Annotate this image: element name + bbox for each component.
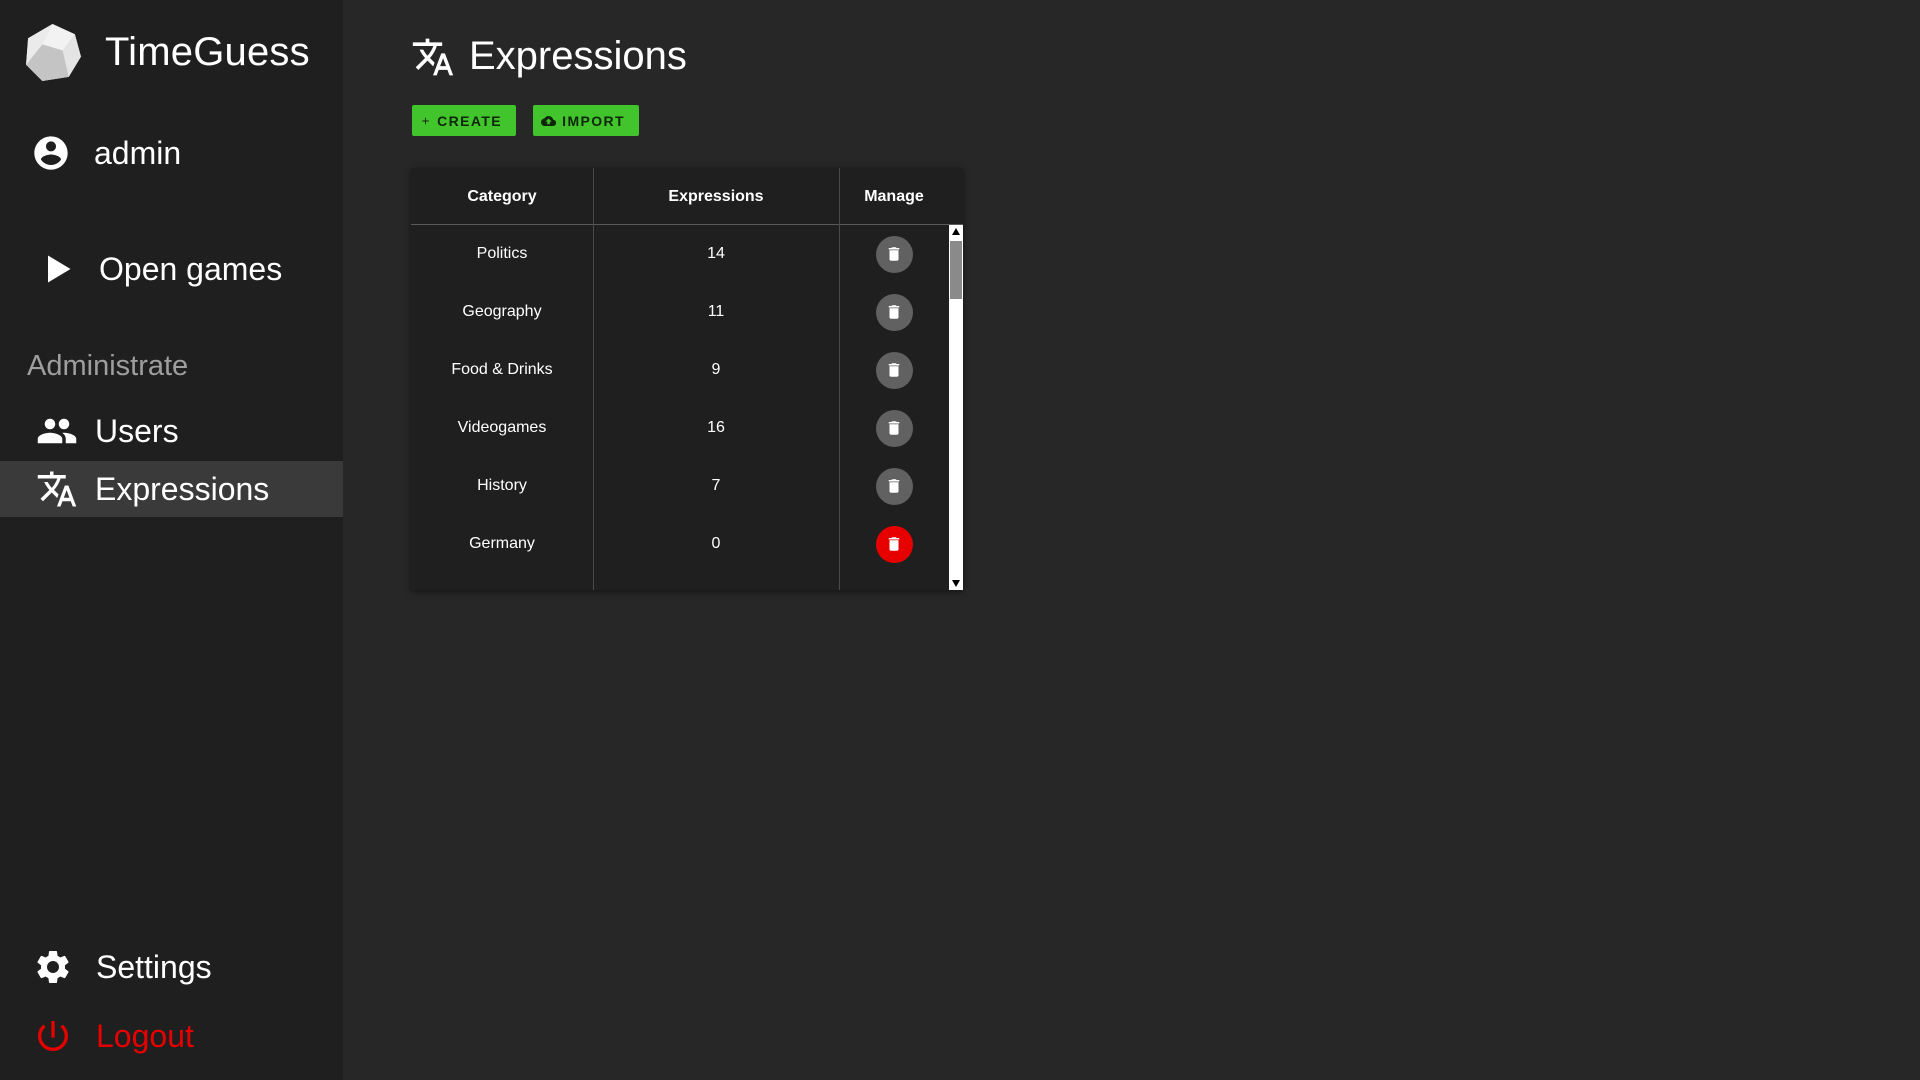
cell-expressions: 16: [707, 419, 725, 436]
gear-icon: [32, 946, 74, 988]
cell-expressions: 9: [711, 361, 721, 378]
import-button-label: IMPORT: [562, 112, 625, 129]
table-row[interactable]: Geography 11: [411, 283, 949, 341]
sidebar-item-settings[interactable]: Settings: [0, 939, 343, 995]
table-row[interactable]: Politics 14: [411, 225, 949, 283]
delete-button[interactable]: [875, 351, 913, 389]
table-row[interactable]: Food & Drinks 9: [411, 341, 949, 399]
section-header-administrate: Administrate: [27, 350, 189, 382]
scroll-up-arrow-icon[interactable]: [949, 225, 963, 239]
cell-manage: [839, 283, 949, 341]
column-header-category[interactable]: Category: [411, 168, 593, 225]
sidebar-item-user[interactable]: admin: [0, 125, 343, 181]
trash-icon: [888, 537, 900, 551]
brand[interactable]: TimeGuess: [22, 22, 310, 83]
cell-manage: [839, 457, 949, 515]
table-row[interactable]: Germany 0: [411, 515, 949, 573]
table-header: Category Expressions Manage: [411, 168, 963, 225]
delete-button[interactable]: [875, 467, 913, 505]
column-header-manage: Manage: [864, 187, 924, 205]
delete-button[interactable]: [875, 293, 913, 331]
main-content: Expressions CREATE IMPORT Category Expre…: [343, 0, 1920, 1080]
cell-category: Food & Drinks: [451, 361, 553, 378]
app-logo-icon: [26, 24, 81, 81]
sidebar-item-expressions[interactable]: Expressions: [0, 461, 343, 517]
sidebar-item-label: Users: [95, 412, 179, 449]
cell-category: Geography: [462, 303, 542, 320]
trash-icon: [888, 421, 900, 435]
scroll-down-arrow-icon[interactable]: [949, 576, 963, 590]
sidebar-item-label: Logout: [96, 1017, 194, 1054]
cell-manage: [839, 341, 949, 399]
cell-category: Germany: [469, 535, 535, 552]
translate-icon: [412, 38, 454, 75]
cell-manage: [839, 225, 949, 283]
expressions-table: Category Expressions Manage Politics 14 …: [411, 168, 963, 590]
translate-icon: [36, 468, 78, 510]
cell-manage: [839, 515, 949, 573]
table-body: Politics 14 Geography 11 Food & Drinks 9…: [411, 225, 949, 590]
sidebar-item-users[interactable]: Users: [0, 403, 343, 459]
delete-button[interactable]: [875, 235, 913, 273]
cell-category: History: [477, 477, 527, 494]
cell-expressions: 7: [711, 477, 721, 494]
sidebar-item-label: Expressions: [95, 470, 270, 507]
plus-icon: [422, 117, 429, 124]
table-scrollbar[interactable]: [949, 225, 963, 590]
cell-category: Videogames: [457, 419, 547, 436]
cell-category: Politics: [476, 245, 528, 262]
sidebar: TimeGuess admin Open games Administrate …: [0, 0, 343, 1080]
scrollbar-thumb[interactable]: [950, 241, 962, 299]
sidebar-item-label: Open games: [99, 250, 283, 287]
app-title: TimeGuess: [105, 30, 310, 74]
trash-icon: [888, 247, 900, 261]
trash-icon: [888, 363, 900, 377]
account-circle-icon: [30, 132, 72, 174]
delete-button[interactable]: [875, 409, 913, 447]
sidebar-item-logout[interactable]: Logout: [0, 1008, 343, 1064]
delete-button[interactable]: [875, 525, 913, 563]
trash-icon: [888, 479, 900, 493]
create-button-label: CREATE: [437, 112, 502, 129]
people-icon: [36, 410, 78, 452]
cell-manage: [839, 399, 949, 457]
cell-expressions: 14: [707, 245, 725, 262]
power-icon: [32, 1015, 74, 1057]
sidebar-item-label: Settings: [96, 948, 212, 985]
create-button[interactable]: CREATE: [412, 105, 516, 136]
cell-expressions: 11: [707, 303, 725, 320]
column-header-expressions[interactable]: Expressions: [593, 168, 839, 225]
cell-expressions: 0: [711, 535, 721, 552]
page-title: Expressions: [469, 34, 687, 78]
import-button[interactable]: IMPORT: [533, 105, 639, 136]
sidebar-item-label: admin: [94, 134, 182, 171]
cloud-upload-icon: [541, 115, 557, 126]
page-header: Expressions: [411, 34, 687, 79]
sidebar-item-open-games[interactable]: Open games: [0, 241, 343, 297]
table-row[interactable]: History 7: [411, 457, 949, 515]
trash-icon: [888, 305, 900, 319]
play-icon: [36, 248, 78, 290]
table-row[interactable]: Videogames 16: [411, 399, 949, 457]
